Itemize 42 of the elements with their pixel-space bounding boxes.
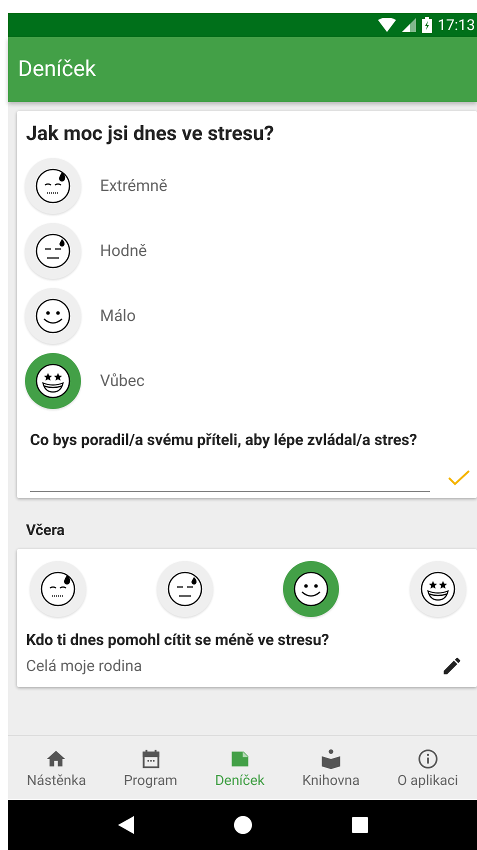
sweating-face-icon: [35, 168, 71, 204]
stress-question: Jak moc jsi dnes ve stresu?: [26, 121, 275, 145]
recents-icon[interactable]: [352, 817, 368, 833]
edit-icon[interactable]: [441, 655, 463, 677]
mood-label: Vůbec: [100, 371, 145, 390]
mood-option[interactable]: [25, 288, 81, 344]
nav-tab[interactable]: O aplikaci: [395, 748, 460, 788]
mood-label: Extrémně: [100, 176, 168, 195]
star-eyes-face-icon: [35, 362, 71, 398]
mood-option[interactable]: [156, 561, 213, 617]
app-title: Deníček: [18, 57, 96, 82]
info-icon: [416, 748, 439, 770]
back-icon[interactable]: [118, 816, 134, 834]
mood-label: Hodně: [100, 241, 147, 260]
mood-option[interactable]: [283, 561, 340, 617]
smiley-face-icon: [293, 571, 330, 607]
home-button-icon[interactable]: [234, 816, 252, 834]
battery-charging-icon: [422, 17, 432, 33]
mood-label: Málo: [100, 306, 136, 325]
helper-question: Kdo ti dnes pomohl cítit se méně ve stresu?: [26, 631, 330, 649]
sweat-drop-face-icon: [166, 571, 203, 607]
nav-tab[interactable]: Knihovna: [300, 748, 362, 788]
wifi-icon: [378, 18, 396, 32]
cell-signal-icon: [402, 18, 416, 32]
reading-person-icon: [320, 748, 342, 770]
check-icon[interactable]: [448, 470, 470, 486]
advice-question: Co bys poradil/a svému příteli, aby lépe zvládal/a stres?: [30, 431, 418, 449]
nav-tab[interactable]: Nástěnka: [24, 748, 88, 788]
mood-option[interactable]: [410, 561, 466, 617]
nav-tab[interactable]: Program: [122, 748, 180, 788]
sweating-face-icon: [40, 571, 76, 607]
mood-option[interactable]: [25, 158, 81, 214]
helper-answer: Celá moje rodina: [26, 657, 142, 675]
status-time: 17:13: [438, 16, 475, 34]
sweat-drop-face-icon: [35, 232, 71, 268]
star-eyes-face-icon: [420, 571, 456, 607]
smiley-face-icon: [35, 298, 71, 334]
nav-tab[interactable]: Deníček: [212, 748, 267, 788]
mood-option[interactable]: [30, 561, 86, 617]
mood-option[interactable]: [25, 352, 81, 408]
section-heading: Včera: [26, 521, 66, 539]
mood-option[interactable]: [25, 222, 81, 278]
